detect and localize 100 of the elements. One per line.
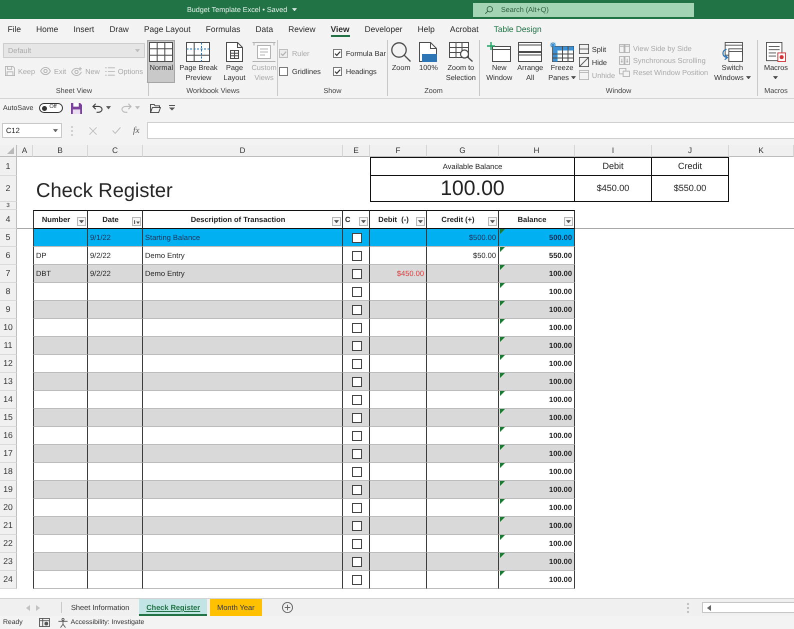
checkbox[interactable] bbox=[352, 485, 362, 495]
filter-button[interactable] bbox=[416, 217, 425, 226]
row-header[interactable]: 6 bbox=[0, 247, 17, 265]
checkbox[interactable] bbox=[352, 449, 362, 459]
ribbon-tab[interactable]: Formulas bbox=[198, 19, 248, 38]
column-header[interactable]: D bbox=[143, 145, 343, 157]
filter-button[interactable] bbox=[132, 217, 141, 226]
knob-icon bbox=[42, 106, 48, 110]
checkbox[interactable] bbox=[352, 413, 362, 423]
ribbon-tab[interactable]: Page Layout bbox=[136, 19, 198, 38]
left-arrow-icon[interactable] bbox=[707, 604, 711, 610]
column-header[interactable]: E bbox=[343, 145, 370, 157]
row-header[interactable]: 4 bbox=[0, 210, 17, 229]
row-header[interactable]: 16 bbox=[0, 427, 17, 445]
checkbox[interactable] bbox=[352, 395, 362, 405]
checkbox[interactable] bbox=[352, 269, 362, 279]
zoom-selection-icon bbox=[448, 42, 473, 62]
row-header[interactable]: 22 bbox=[0, 535, 17, 553]
formula-input[interactable] bbox=[146, 122, 794, 139]
column-header[interactable]: B bbox=[33, 145, 88, 157]
column-header[interactable]: F bbox=[370, 145, 427, 157]
row-header[interactable]: 14 bbox=[0, 391, 17, 409]
checkbox[interactable] bbox=[279, 67, 288, 76]
column-header[interactable]: G bbox=[427, 145, 499, 157]
column-header[interactable]: C bbox=[88, 145, 143, 157]
checkbox[interactable] bbox=[352, 251, 362, 261]
ribbon-tab[interactable]: Acrobat bbox=[442, 19, 486, 38]
grid-icon bbox=[149, 42, 174, 62]
filter-button[interactable] bbox=[564, 217, 573, 226]
checkbox[interactable] bbox=[352, 305, 362, 315]
row-header[interactable]: 12 bbox=[0, 355, 17, 373]
caret-icon bbox=[418, 220, 423, 224]
column-header[interactable]: A bbox=[17, 145, 33, 157]
checkbox[interactable] bbox=[332, 49, 342, 58]
open-button[interactable] bbox=[148, 104, 164, 112]
checkbox[interactable] bbox=[352, 467, 362, 477]
row-header[interactable]: 21 bbox=[0, 517, 17, 535]
row-header[interactable]: 7 bbox=[0, 265, 17, 283]
row-header[interactable]: 17 bbox=[0, 445, 17, 463]
caret-icon bbox=[53, 128, 58, 132]
column-header[interactable]: I bbox=[575, 145, 652, 157]
row-header[interactable]: 20 bbox=[0, 499, 17, 517]
checkbox[interactable] bbox=[332, 67, 342, 76]
checkbox[interactable] bbox=[352, 287, 362, 297]
eye-icon bbox=[40, 67, 52, 75]
ribbon-tab[interactable]: Data bbox=[248, 19, 281, 38]
plus-icon[interactable] bbox=[282, 602, 293, 613]
checkbox[interactable] bbox=[352, 539, 362, 549]
row-header[interactable]: 8 bbox=[0, 283, 17, 301]
row-header[interactable]: 15 bbox=[0, 409, 17, 427]
checkbox[interactable] bbox=[352, 323, 362, 333]
save-button[interactable] bbox=[69, 102, 84, 114]
checkbox[interactable] bbox=[352, 557, 362, 567]
ribbon-tab[interactable]: Insert bbox=[66, 19, 102, 38]
column-header[interactable]: J bbox=[652, 145, 729, 157]
undo-button[interactable] bbox=[90, 103, 114, 113]
checkbox[interactable] bbox=[352, 377, 362, 387]
accessibility-icon[interactable] bbox=[58, 618, 68, 628]
ribbon-tab[interactable]: Help bbox=[410, 19, 442, 38]
filter-button[interactable] bbox=[77, 217, 86, 226]
customize-menu-icon[interactable] bbox=[169, 105, 176, 111]
checkbox[interactable] bbox=[352, 521, 362, 531]
column-header[interactable]: K bbox=[729, 145, 794, 157]
horizontal-scrollbar[interactable] bbox=[702, 602, 794, 613]
column-header[interactable]: H bbox=[499, 145, 575, 157]
row-header[interactable]: 9 bbox=[0, 301, 17, 319]
row-header[interactable]: 2 bbox=[0, 176, 17, 202]
credit-total: $550.00 bbox=[652, 176, 729, 202]
ribbon-tab[interactable]: Developer bbox=[357, 19, 410, 38]
floppy-disk-icon bbox=[5, 66, 15, 76]
checkbox[interactable] bbox=[352, 341, 362, 351]
row-header[interactable]: 19 bbox=[0, 481, 17, 499]
caret-icon[interactable] bbox=[292, 8, 298, 12]
ribbon-tab[interactable]: Home bbox=[28, 19, 66, 38]
row-header[interactable]: 18 bbox=[0, 463, 17, 481]
filter-button[interactable] bbox=[488, 217, 497, 226]
insert-function-button[interactable]: fx bbox=[133, 126, 140, 135]
row-header[interactable]: 5 bbox=[0, 229, 17, 247]
ribbon-tab[interactable]: Draw bbox=[102, 19, 136, 38]
row-header[interactable]: 11 bbox=[0, 337, 17, 355]
row-header[interactable]: 24 bbox=[0, 571, 17, 589]
sync-scroll-icon bbox=[619, 56, 630, 65]
row-header[interactable]: 23 bbox=[0, 553, 17, 571]
page-icon bbox=[252, 42, 276, 62]
checkbox[interactable] bbox=[352, 233, 362, 243]
caret-icon bbox=[490, 220, 495, 224]
checkbox[interactable] bbox=[352, 503, 362, 513]
sheet-record-icon[interactable] bbox=[38, 618, 50, 627]
ribbon-tab[interactable]: File bbox=[0, 19, 29, 38]
checkbox[interactable] bbox=[352, 431, 362, 441]
checkbox[interactable] bbox=[352, 575, 362, 585]
ribbon-tab[interactable]: Table Design bbox=[486, 19, 550, 38]
filter-button[interactable] bbox=[359, 217, 368, 226]
ribbon-tab[interactable]: Review bbox=[280, 19, 324, 38]
split-icon bbox=[578, 44, 589, 54]
row-header[interactable]: 10 bbox=[0, 319, 17, 337]
filter-button[interactable] bbox=[332, 217, 341, 226]
row-header[interactable]: 1 bbox=[0, 157, 17, 176]
row-header[interactable]: 13 bbox=[0, 373, 17, 391]
checkbox[interactable] bbox=[352, 359, 362, 369]
